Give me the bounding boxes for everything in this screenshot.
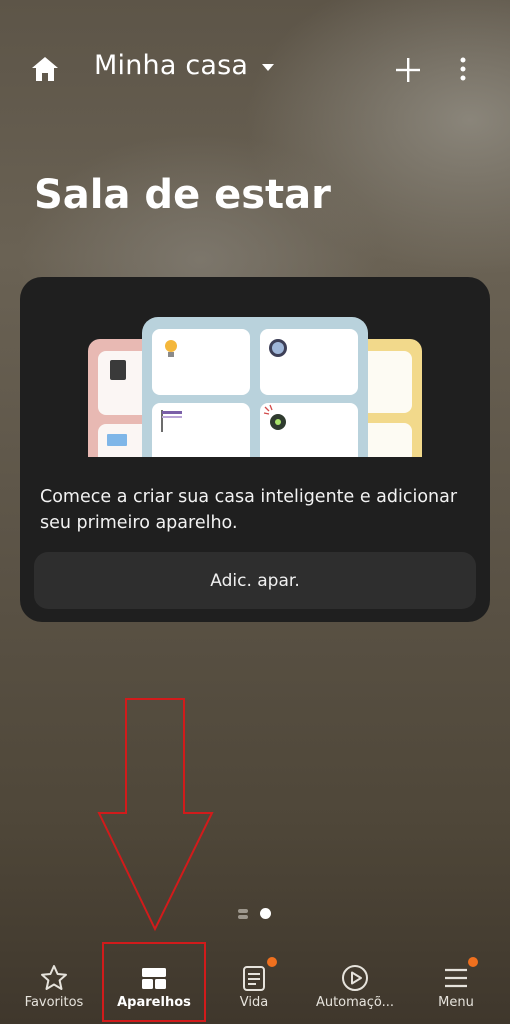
nav-item-automacoes[interactable]: Automaçõ... bbox=[305, 955, 405, 1024]
room-selector[interactable]: Sala de estar bbox=[34, 172, 331, 218]
plus-icon[interactable] bbox=[394, 56, 422, 84]
nav-label-favoritos: Favoritos bbox=[24, 995, 84, 1010]
nav-label-menu: Menu bbox=[438, 995, 474, 1010]
star-icon bbox=[39, 963, 69, 993]
room-chevron-down-icon[interactable] bbox=[314, 190, 326, 197]
home-icon[interactable] bbox=[28, 52, 62, 86]
empty-state-card: Comece a criar sua casa inteligente e ad… bbox=[20, 277, 490, 622]
life-icon bbox=[239, 963, 269, 993]
empty-state-message: Comece a criar sua casa inteligente e ad… bbox=[40, 487, 458, 533]
nav-item-favoritos[interactable]: Favoritos bbox=[4, 955, 104, 1024]
page-indicator-inactive-2 bbox=[238, 915, 248, 919]
nav-item-vida[interactable]: Vida bbox=[204, 955, 304, 1024]
annotation-highlight-box bbox=[102, 942, 206, 1022]
more-vert-icon[interactable] bbox=[456, 56, 470, 84]
home-selector[interactable]: Minha casa bbox=[94, 50, 248, 81]
page-indicator-active bbox=[260, 908, 271, 919]
menu-icon bbox=[441, 963, 471, 993]
nav-label-automacoes: Automaçõ... bbox=[315, 995, 395, 1010]
nav-item-menu[interactable]: Menu bbox=[406, 955, 506, 1024]
annotation-arrow bbox=[97, 698, 214, 932]
notification-badge bbox=[267, 957, 277, 967]
chevron-down-icon[interactable] bbox=[262, 64, 274, 71]
top-app-bar: Minha casa bbox=[0, 0, 510, 140]
page-indicator-inactive bbox=[238, 909, 248, 913]
play-circle-icon bbox=[340, 963, 370, 993]
notification-badge bbox=[468, 957, 478, 967]
devices-illustration bbox=[88, 317, 422, 457]
page-indicator bbox=[238, 907, 278, 921]
bottom-navigation: Favoritos Aparelhos Vida Automaçõ... Men… bbox=[0, 955, 510, 1024]
nav-label-vida: Vida bbox=[239, 995, 269, 1010]
add-device-button[interactable]: Adic. apar. bbox=[34, 552, 476, 609]
